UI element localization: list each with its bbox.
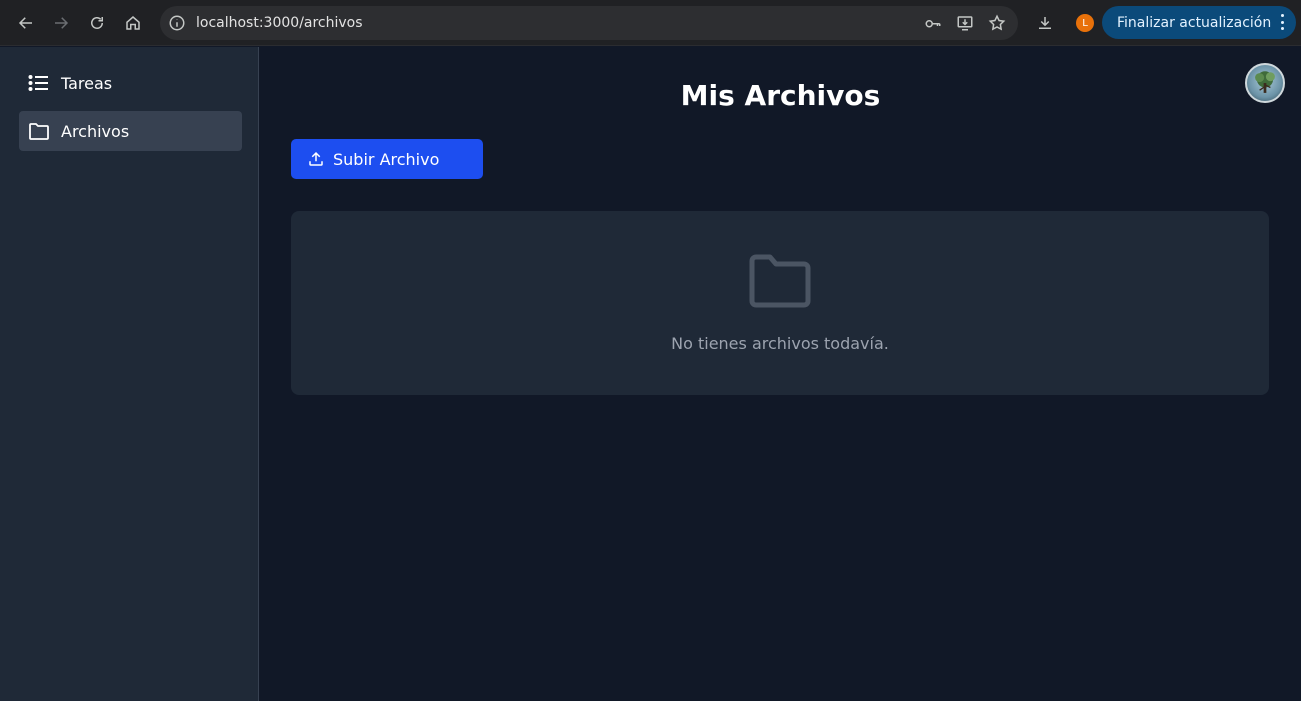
list-icon [27,71,51,95]
key-icon[interactable] [924,14,942,32]
arrow-right-icon [55,17,69,29]
star-icon[interactable] [988,14,1006,32]
home-button[interactable] [115,5,151,41]
main-content: Mis Archivos Subir Archivo No tienes arc… [260,47,1301,701]
reload-icon [91,17,103,29]
forward-button[interactable] [43,5,79,41]
page-title: Mis Archivos [680,79,881,112]
url-text[interactable]: localhost:3000/archivos [196,15,363,31]
update-button[interactable]: Finalizar actualización [1102,6,1296,39]
downloads-button[interactable] [1030,8,1060,38]
sidebar-item-archivos[interactable]: Archivos [19,111,242,151]
upload-file-button[interactable]: Subir Archivo [291,139,483,179]
reload-button[interactable] [79,5,115,41]
folder-icon [27,119,51,143]
sidebar-item-label: Tareas [61,73,113,93]
upload-label: Subir Archivo [333,149,440,169]
tree-icon [1255,71,1275,93]
install-app-icon[interactable] [956,14,974,32]
sidebar-item-tareas[interactable]: Tareas [19,63,242,103]
sidebar: Tareas Archivos [0,47,259,701]
arrow-left-icon [18,17,32,29]
upload-icon [307,150,325,168]
site-info-icon[interactable] [168,14,186,32]
sidebar-item-label: Archivos [61,121,130,141]
empty-state-message: No tienes archivos todavía. [671,334,889,353]
user-avatar[interactable] [1245,63,1285,103]
empty-state-card: No tienes archivos todavía. [291,211,1269,395]
back-button[interactable] [8,5,44,41]
address-bar[interactable]: localhost:3000/archivos [160,6,1018,40]
folder-icon [748,253,812,309]
profile-avatar[interactable]: L [1076,14,1094,32]
browser-toolbar: localhost:3000/archivos L Finalizar actu… [0,0,1301,46]
download-icon [1039,17,1051,29]
more-vert-icon[interactable] [1280,14,1284,30]
update-label: Finalizar actualización [1117,14,1272,31]
home-icon [126,16,140,30]
